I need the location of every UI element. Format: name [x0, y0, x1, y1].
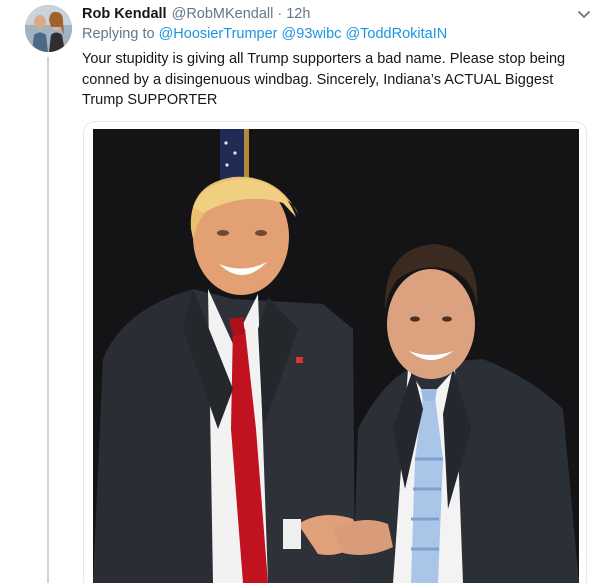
replying-to-label: Replying to	[82, 26, 155, 42]
tweet-header: Rob Kendall @RobMKendall · 12h	[82, 4, 592, 24]
chevron-down-icon[interactable]	[576, 6, 592, 22]
header-separator: ·	[277, 6, 283, 22]
replying-to-line: Replying to @HoosierTrumper @93wibc @Tod…	[82, 26, 447, 42]
author-name[interactable]: Rob Kendall	[82, 6, 167, 22]
conversation-thread-line	[47, 57, 49, 583]
author-handle[interactable]: @RobMKendall	[172, 6, 274, 22]
mention-link[interactable]: @HoosierTrumper	[159, 26, 278, 42]
avatar[interactable]	[25, 5, 72, 52]
tweet-text: Your stupidity is giving all Trump suppo…	[82, 51, 566, 109]
photo-image	[93, 129, 579, 583]
tweet-timestamp[interactable]: 12h	[286, 6, 310, 22]
tweet-photo[interactable]	[93, 129, 579, 583]
mention-link[interactable]: @93wibc	[282, 26, 342, 42]
mention-link[interactable]: @ToddRokitaIN	[345, 26, 447, 42]
avatar-image	[25, 5, 72, 52]
